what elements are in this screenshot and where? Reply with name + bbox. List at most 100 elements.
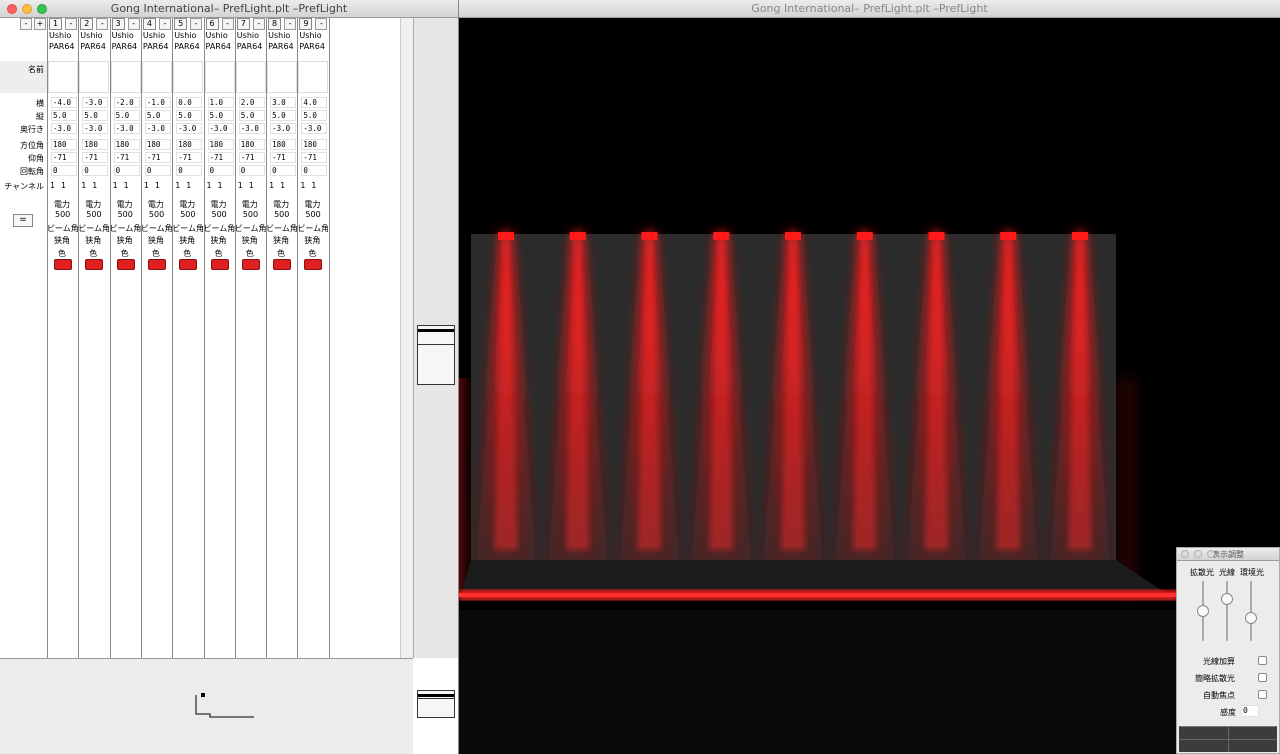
fixture-number[interactable]: 2: [80, 18, 94, 30]
fixture-channel-a[interactable]: 1: [81, 181, 86, 190]
fixture-y-field[interactable]: 5.0: [144, 110, 171, 121]
fixture-rot-field[interactable]: 0: [144, 165, 171, 176]
fixture-rot-field[interactable]: 0: [82, 165, 109, 176]
fixture-remove-button[interactable]: -: [127, 18, 140, 30]
fixture-name-field[interactable]: [173, 61, 204, 93]
fixture-y-field[interactable]: 5.0: [301, 110, 328, 121]
fixture-channel-a[interactable]: 1: [269, 181, 274, 190]
simple-diffuse-checkbox[interactable]: [1258, 673, 1267, 682]
fixture-el-field[interactable]: -71: [51, 152, 77, 163]
fixture-az-field[interactable]: 180: [238, 139, 265, 150]
remove-fixture-button[interactable]: -: [20, 18, 32, 30]
fixture-az-field[interactable]: 180: [51, 139, 77, 150]
fixture-color-swatch[interactable]: [241, 259, 260, 270]
fixture-power-value[interactable]: 500: [180, 210, 195, 219]
fixture-channel-a[interactable]: 1: [238, 181, 243, 190]
fixture-x-field[interactable]: 3.0: [270, 97, 297, 108]
fixture-z-field[interactable]: -3.0: [301, 123, 328, 134]
fixture-name-field[interactable]: [204, 61, 235, 93]
fixture-number[interactable]: 3: [111, 18, 125, 30]
fixture-x-field[interactable]: 1.0: [207, 97, 234, 108]
fixture-remove-button[interactable]: -: [221, 18, 234, 30]
fixture-color-swatch[interactable]: [179, 259, 198, 270]
fixture-name-field[interactable]: [267, 61, 298, 93]
adjust-close-button[interactable]: [1181, 550, 1189, 558]
fixture-channel-a[interactable]: 1: [50, 181, 55, 190]
adjust-minimize-button[interactable]: [1194, 550, 1202, 558]
fixture-channel-b[interactable]: 1: [249, 181, 254, 190]
fixture-channel-b[interactable]: 1: [311, 181, 316, 190]
scroll-thumb[interactable]: [417, 325, 455, 385]
equalize-button[interactable]: =: [13, 214, 33, 227]
fixture-color-swatch[interactable]: [210, 259, 229, 270]
fixture-remove-button[interactable]: -: [65, 18, 77, 30]
fixture-remove-button[interactable]: -: [284, 18, 297, 30]
fixture-power-value[interactable]: 500: [55, 210, 70, 219]
fixture-color-swatch[interactable]: [147, 259, 166, 270]
fixture-power-value[interactable]: 500: [149, 210, 164, 219]
fixture-z-field[interactable]: -3.0: [144, 123, 171, 134]
fixture-power-value[interactable]: 500: [305, 210, 320, 219]
fixture-channel-a[interactable]: 1: [144, 181, 149, 190]
fixture-channel-b[interactable]: 1: [280, 181, 285, 190]
table-scrollbar[interactable]: [400, 18, 413, 658]
fixture-channel-b[interactable]: 1: [155, 181, 160, 190]
fixture-beam-value[interactable]: 狭角: [273, 235, 289, 246]
fixture-y-field[interactable]: 5.0: [238, 110, 265, 121]
fixture-channel-a[interactable]: 1: [207, 181, 212, 190]
fixture-el-field[interactable]: -71: [301, 152, 328, 163]
fixture-z-field[interactable]: -3.0: [270, 123, 297, 134]
fixture-beam-value[interactable]: 狭角: [117, 235, 133, 246]
auto-focus-checkbox[interactable]: [1258, 690, 1267, 699]
fixture-number[interactable]: 4: [142, 18, 156, 30]
fixture-beam-value[interactable]: 狭角: [304, 235, 320, 246]
slider-knob[interactable]: [1245, 612, 1257, 625]
fixture-name-field[interactable]: [48, 61, 78, 93]
fixture-beam-value[interactable]: 狭角: [148, 235, 164, 246]
fixture-remove-button[interactable]: -: [158, 18, 171, 30]
fixture-z-field[interactable]: -3.0: [113, 123, 140, 134]
fixture-power-value[interactable]: 500: [86, 210, 101, 219]
slider-track[interactable]: [1226, 581, 1228, 641]
fixture-color-swatch[interactable]: [54, 259, 72, 270]
fixture-color-swatch[interactable]: [273, 259, 292, 270]
adjust-zoom-button[interactable]: [1207, 550, 1215, 558]
fixture-beam-value[interactable]: 狭角: [85, 235, 101, 246]
fixture-number[interactable]: 1: [49, 18, 62, 30]
fixture-remove-button[interactable]: -: [252, 18, 265, 30]
fixture-remove-button[interactable]: -: [96, 18, 109, 30]
fixture-name-field[interactable]: [235, 61, 266, 93]
fixture-z-field[interactable]: -3.0: [238, 123, 265, 134]
plan-scroll-thumb[interactable]: [417, 690, 455, 718]
fixture-channel-b[interactable]: 1: [61, 181, 66, 190]
fixture-y-field[interactable]: 5.0: [270, 110, 297, 121]
fixture-number[interactable]: 8: [268, 18, 282, 30]
fixture-y-field[interactable]: 5.0: [51, 110, 77, 121]
fixture-channel-a[interactable]: 1: [300, 181, 305, 190]
fixture-y-field[interactable]: 5.0: [176, 110, 203, 121]
fixture-rot-field[interactable]: 0: [301, 165, 328, 176]
fixture-beam-value[interactable]: 狭角: [179, 235, 195, 246]
fixture-x-field[interactable]: -4.0: [51, 97, 77, 108]
fixture-beam-value[interactable]: 狭角: [211, 235, 227, 246]
fixture-channel-b[interactable]: 1: [186, 181, 191, 190]
fixture-az-field[interactable]: 180: [113, 139, 140, 150]
fixture-name-field[interactable]: [141, 61, 172, 93]
add-fixture-button[interactable]: +: [34, 18, 46, 30]
fixture-az-field[interactable]: 180: [207, 139, 234, 150]
sensitivity-input[interactable]: 0: [1241, 705, 1259, 717]
fixture-rot-field[interactable]: 0: [238, 165, 265, 176]
fixture-el-field[interactable]: -71: [238, 152, 265, 163]
fixture-x-field[interactable]: 2.0: [238, 97, 265, 108]
fixture-rot-field[interactable]: 0: [207, 165, 234, 176]
slider-track[interactable]: [1250, 581, 1252, 641]
fixture-rot-field[interactable]: 0: [51, 165, 77, 176]
fixture-el-field[interactable]: -71: [207, 152, 234, 163]
stage-3d-view[interactable]: [459, 18, 1280, 754]
fixture-color-swatch[interactable]: [304, 259, 323, 270]
fixture-channel-b[interactable]: 1: [92, 181, 97, 190]
fixture-z-field[interactable]: -3.0: [207, 123, 234, 134]
slider-knob[interactable]: [1197, 605, 1209, 617]
fixture-channel-b[interactable]: 1: [218, 181, 223, 190]
fixture-az-field[interactable]: 180: [301, 139, 328, 150]
